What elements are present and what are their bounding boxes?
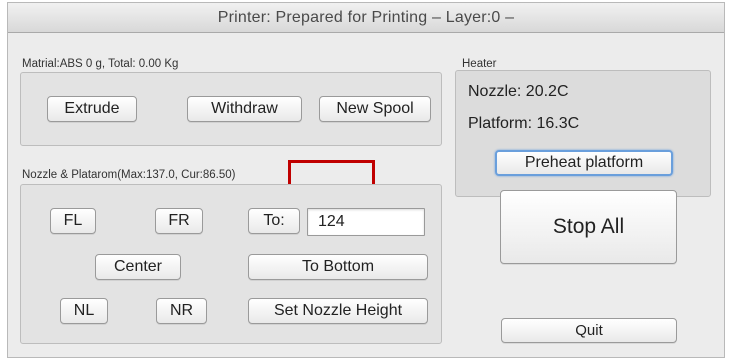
nozzle-platform-label: Nozzle & Platarom(Max:137.0, Cur:86.50) — [22, 169, 236, 181]
platform-temperature: Platform: 16.3C — [468, 115, 580, 132]
to-button[interactable]: To: — [248, 208, 300, 234]
center-button[interactable]: Center — [95, 254, 181, 280]
nr-button[interactable]: NR — [156, 298, 207, 324]
fl-button[interactable]: FL — [50, 208, 96, 234]
heater-label: Heater — [462, 58, 497, 70]
set-nozzle-height-button[interactable]: Set Nozzle Height — [248, 298, 428, 324]
window-title: Printer: Prepared for Printing – Layer:0… — [217, 9, 515, 26]
new-spool-button[interactable]: New Spool — [319, 96, 431, 122]
nozzle-platform-group: FL FR To: 124 Center To Bottom NL NR Set… — [20, 184, 442, 344]
to-bottom-button[interactable]: To Bottom — [248, 254, 428, 280]
printer-window: Printer: Prepared for Printing – Layer:0… — [7, 2, 725, 358]
heater-group: Nozzle: 20.2C Platform: 16.3C Preheat pl… — [455, 70, 711, 197]
stop-all-button[interactable]: Stop All — [500, 190, 677, 264]
extrude-button[interactable]: Extrude — [47, 96, 137, 122]
quit-button[interactable]: Quit — [501, 318, 677, 343]
withdraw-button[interactable]: Withdraw — [187, 96, 302, 122]
nozzle-temperature: Nozzle: 20.2C — [468, 83, 569, 100]
nl-button[interactable]: NL — [60, 298, 108, 324]
fr-button[interactable]: FR — [155, 208, 203, 234]
to-position-input[interactable]: 124 — [307, 208, 425, 236]
material-group: Extrude Withdraw New Spool — [20, 72, 442, 146]
material-label: Matrial:ABS 0 g, Total: 0.00 Kg — [22, 58, 179, 70]
title-bar[interactable]: Printer: Prepared for Printing – Layer:0… — [8, 3, 724, 33]
preheat-platform-button[interactable]: Preheat platform — [495, 150, 673, 176]
